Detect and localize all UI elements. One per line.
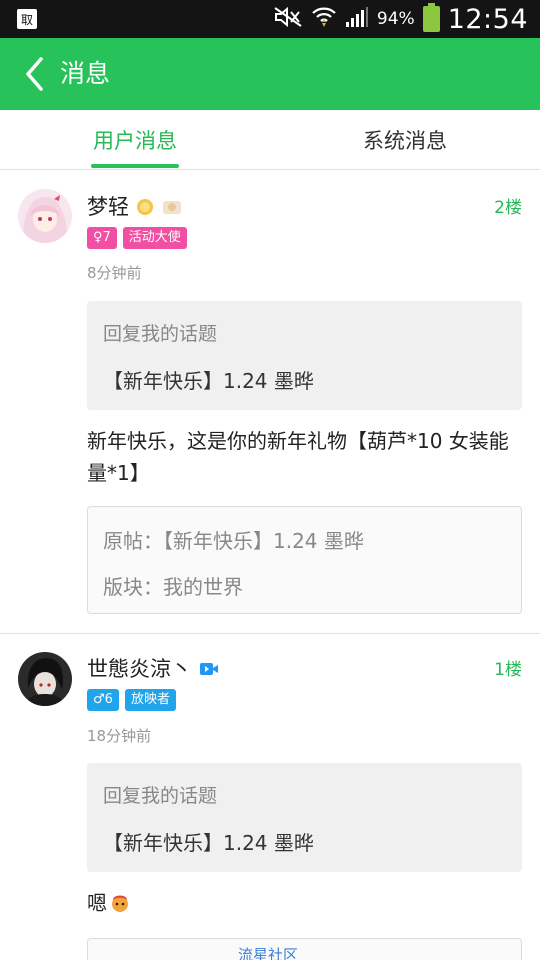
divider [0,633,540,634]
message-content: 新年快乐，这是你的新年礼物【葫芦*10 女装能量*1】 [87,429,509,485]
medal-icon [137,199,153,215]
quote-title: 回复我的话题 [103,785,218,807]
battery-icon [422,3,440,32]
quoted-topic[interactable]: 回复我的话题 【新年快乐】1.24 墨晔 [87,763,522,872]
quote-title: 回复我的话题 [103,323,218,345]
timestamp: 18分钟前 [87,727,152,745]
svg-text:取: 取 [21,13,33,27]
username[interactable]: 世態炎涼丶 [87,655,220,683]
quoted-topic[interactable]: 回复我的话题 【新年快乐】1.24 墨晔 [87,301,522,410]
back-button[interactable] [14,52,54,96]
quote-text: 【新年快乐】1.24 墨晔 [103,831,314,855]
app-bar: 消息 [0,38,540,110]
battery-percent: 94% [376,9,415,29]
tab-system-messages[interactable]: 系统消息 [270,110,540,170]
mute-icon [273,6,303,32]
username-text: 世態炎涼丶 [87,657,192,681]
avatar[interactable] [18,652,72,706]
source-post-title: 原帖：【新年快乐】1.24 墨晔 [103,529,364,553]
active-tab-indicator [91,164,179,168]
avatar[interactable] [18,189,72,243]
gender-level-badge: ♀7 [87,227,117,249]
username-text: 梦轻 [87,195,129,219]
message-content-text: 嗯 [87,891,107,915]
quote-text: 【新年快乐】1.24 墨晔 [103,369,314,393]
source-post[interactable]: 原帖：【新年快乐】1.24 墨晔 版块：我的世界 [87,506,522,614]
tab-bar: 用户消息 系统消息 [0,110,540,170]
signal-icon [345,6,369,32]
gender-level-badge: ♂6 [87,689,119,711]
tab-user-messages[interactable]: 用户消息 [0,110,270,170]
floor-number: 2楼 [494,198,522,218]
chevron-left-icon [26,57,43,91]
timestamp: 8分钟前 [87,264,142,282]
source-board: 版块：我的世界 [103,575,243,599]
clock: 12:54 [447,3,528,35]
page-title: 消息 [60,59,111,88]
video-icon [200,663,218,675]
status-bar: 取 94% 12:54 [0,0,540,38]
message-content: 嗯 [87,887,517,919]
role-badge: 放映者 [124,689,176,711]
emoji-icon [112,895,128,912]
username[interactable]: 梦轻 [87,193,183,221]
role-badge: 活动大使 [122,227,187,249]
badge-icon [163,201,181,214]
source-post[interactable] [87,938,522,960]
watermark: 流星社区 [238,946,299,960]
wifi-icon [311,5,337,33]
ime-icon: 取 [16,8,38,30]
floor-number: 1楼 [494,660,522,680]
